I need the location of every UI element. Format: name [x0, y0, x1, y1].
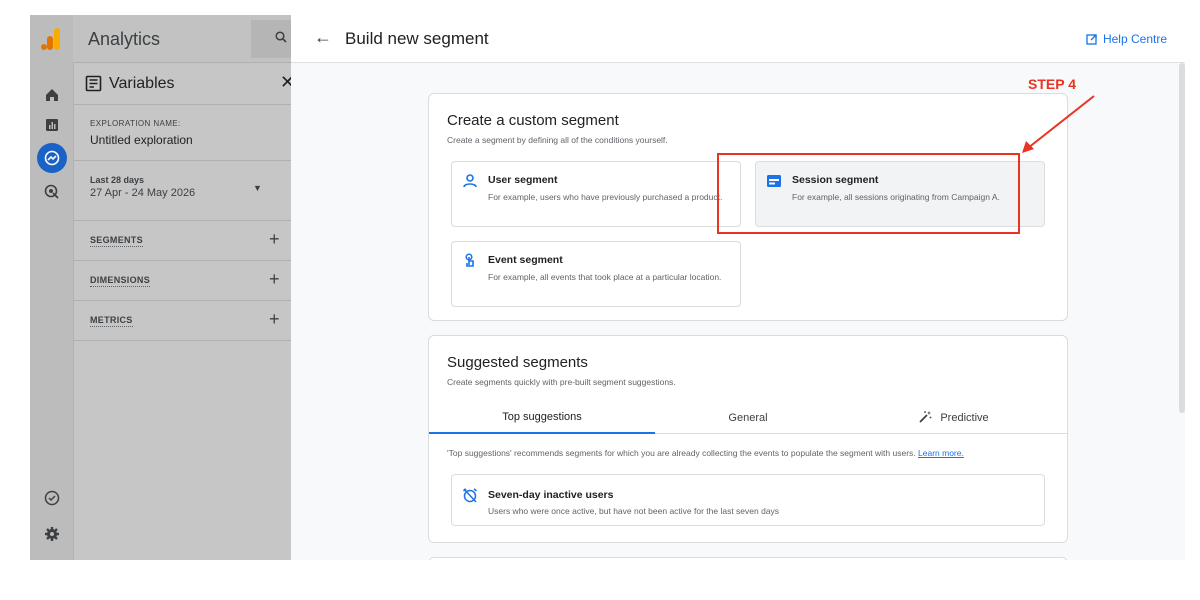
add-dimension-button[interactable]: +: [269, 269, 280, 290]
dimensions-label: DIMENSIONS: [90, 275, 151, 287]
date-range-label: Last 28 days: [90, 175, 145, 185]
analytics-logo-icon: [41, 28, 60, 50]
check-circle-icon[interactable]: [41, 487, 63, 509]
user-segment-title: User segment: [488, 174, 558, 186]
back-arrow-icon[interactable]: ←: [314, 27, 332, 48]
left-rail: [30, 15, 73, 560]
tab-predictive-label: Predictive: [940, 412, 989, 424]
scrollbar[interactable]: [1179, 63, 1185, 413]
tab-predictive[interactable]: Predictive: [841, 402, 1067, 434]
tab-top-suggestions[interactable]: Top suggestions: [429, 402, 655, 434]
app-title: Analytics: [88, 29, 161, 49]
suggested-segment-desc: Users who were once active, but have not…: [488, 506, 780, 516]
exploration-name-value[interactable]: Untitled exploration: [90, 133, 193, 147]
advertising-icon[interactable]: [41, 181, 63, 203]
variables-header: Variables ✕: [73, 63, 295, 105]
settings-icon[interactable]: [41, 523, 63, 545]
help-centre-link[interactable]: Help Centre: [1086, 32, 1167, 46]
event-segment-option[interactable]: Event segment For example, all events th…: [451, 241, 741, 307]
suggested-segment-item[interactable]: Seven-day inactive users Users who were …: [451, 474, 1045, 526]
suggestions-note: 'Top suggestions' recommends segments fo…: [447, 448, 964, 458]
dimensions-section: DIMENSIONS +: [73, 261, 291, 301]
suggestion-tabs: Top suggestions General Predictive: [429, 402, 1067, 434]
user-icon: [463, 174, 477, 188]
exploration-name: EXPLORATION NAME: Untitled exploration: [73, 105, 291, 161]
custom-segment-heading: Create a custom segment: [447, 112, 619, 129]
next-card: [428, 557, 1068, 560]
home-icon[interactable]: [41, 84, 63, 106]
user-segment-option[interactable]: User segment For example, users who have…: [451, 161, 741, 227]
date-range-value: 27 Apr - 24 May 2026: [90, 187, 196, 199]
suggested-segment-title: Seven-day inactive users: [488, 489, 614, 501]
dialog-header: ← Build new segment Help Centre: [291, 15, 1185, 63]
segments-label: SEGMENTS: [90, 235, 143, 247]
search-icon: [275, 30, 287, 46]
suggested-subheading: Create segments quickly with pre-built s…: [447, 377, 676, 387]
date-range-picker[interactable]: Last 28 days 27 Apr - 24 May 2026 ▼: [73, 161, 291, 221]
custom-segment-subheading: Create a segment by defining all of the …: [447, 135, 668, 145]
suggested-segments-card: Suggested segments Create segments quick…: [428, 335, 1068, 543]
explore-icon[interactable]: [37, 143, 67, 173]
alarm-off-icon: [463, 488, 477, 503]
add-segment-button[interactable]: +: [269, 229, 280, 250]
event-icon: [465, 253, 474, 267]
annotation-highlight-box: [717, 153, 1020, 234]
magic-wand-icon: [919, 410, 932, 426]
tab-general[interactable]: General: [655, 402, 841, 434]
help-centre-label: Help Centre: [1102, 32, 1167, 46]
variables-icon: [85, 75, 102, 92]
add-metric-button[interactable]: +: [269, 309, 280, 330]
learn-more-link[interactable]: Learn more.: [918, 448, 964, 458]
event-segment-desc: For example, all events that took place …: [488, 272, 722, 282]
user-segment-desc: For example, users who have previously p…: [488, 192, 723, 202]
open-external-icon: [1086, 33, 1097, 45]
suggestions-note-text: 'Top suggestions' recommends segments fo…: [447, 448, 916, 458]
segments-section: SEGMENTS +: [73, 221, 291, 261]
annotation-arrow-icon: [1022, 95, 1095, 153]
exploration-name-label: EXPLORATION NAME:: [90, 119, 181, 128]
variables-title: Variables: [109, 75, 175, 92]
reports-icon[interactable]: [41, 114, 63, 136]
metrics-label: METRICS: [90, 315, 133, 327]
event-segment-title: Event segment: [488, 254, 563, 266]
suggested-heading: Suggested segments: [447, 354, 588, 371]
search-input[interactable]: [187, 20, 291, 58]
dialog-title: Build new segment: [345, 29, 489, 48]
metrics-section: METRICS +: [73, 301, 291, 341]
chevron-down-icon: ▼: [253, 183, 262, 193]
